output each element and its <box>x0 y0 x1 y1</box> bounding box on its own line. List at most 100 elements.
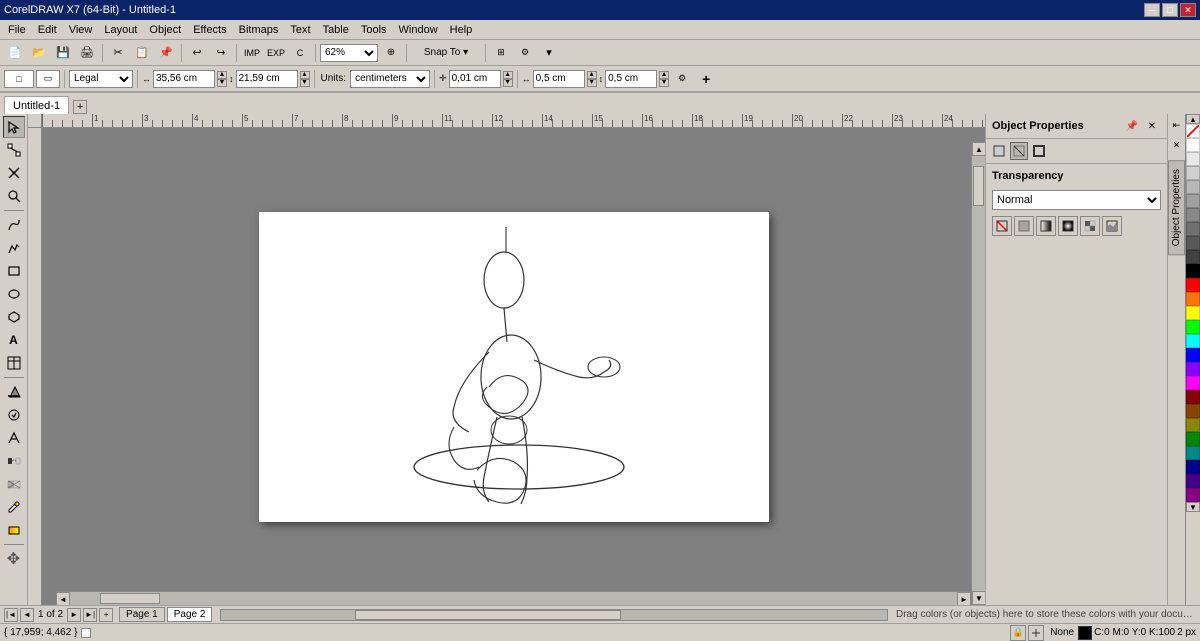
color-dark-yellow[interactable] <box>1186 418 1200 432</box>
palette-scroll-up[interactable]: ▲ <box>1186 114 1200 124</box>
side-close-btn[interactable]: ✕ <box>1168 136 1186 154</box>
width-down[interactable]: ▼ <box>217 79 227 87</box>
y-down[interactable]: ▼ <box>659 79 669 87</box>
paste-button[interactable]: 📌 <box>155 42 177 64</box>
crop-tool[interactable] <box>3 162 25 184</box>
table-tool[interactable] <box>3 352 25 374</box>
interactive-fill-tool[interactable] <box>3 519 25 541</box>
nav-prev-btn[interactable]: ◄ <box>20 608 34 622</box>
menu-view[interactable]: View <box>63 22 99 38</box>
page-style-select[interactable]: Legal <box>69 70 133 88</box>
nav-new-page-btn[interactable]: + <box>99 608 113 622</box>
fill-tool[interactable] <box>3 381 25 403</box>
height-down[interactable]: ▼ <box>300 79 310 87</box>
height-up[interactable]: ▲ <box>300 71 310 79</box>
menu-object[interactable]: Object <box>143 22 187 38</box>
color-dark-purple[interactable] <box>1186 474 1200 488</box>
corel-button[interactable]: C <box>289 42 311 64</box>
color-dark-blue[interactable] <box>1186 460 1200 474</box>
page2-tab[interactable]: Page 2 <box>167 607 213 622</box>
menu-file[interactable]: File <box>2 22 32 38</box>
menu-window[interactable]: Window <box>393 22 444 38</box>
more-button[interactable]: ▾ <box>538 42 560 64</box>
nav-first-btn[interactable]: |◄ <box>4 608 18 622</box>
zoom-select[interactable]: 62% <box>320 44 378 62</box>
side-float-btn[interactable]: ⇤ <box>1168 116 1186 134</box>
redo-button[interactable]: ↪ <box>210 42 232 64</box>
new-button[interactable]: 📄 <box>4 42 26 64</box>
vscroll-thumb[interactable] <box>973 166 984 206</box>
close-button[interactable]: ✕ <box>1180 3 1196 17</box>
page-size-btn[interactable]: □ <box>4 70 34 88</box>
color-50percent[interactable] <box>1186 208 1200 222</box>
open-button[interactable]: 📂 <box>28 42 50 64</box>
color-80percent[interactable] <box>1186 250 1200 264</box>
vscroll-down-btn[interactable]: ▼ <box>972 591 985 605</box>
text-tool[interactable]: A <box>3 329 25 351</box>
color-cyan[interactable] <box>1186 334 1200 348</box>
color-lime[interactable] <box>1186 320 1200 334</box>
trans-uniform-btn[interactable] <box>1014 216 1034 236</box>
menu-bitmaps[interactable]: Bitmaps <box>233 22 285 38</box>
nav-last-btn[interactable]: ►| <box>83 608 97 622</box>
color-red[interactable] <box>1186 278 1200 292</box>
page-indicator[interactable] <box>81 628 91 638</box>
y-up[interactable]: ▲ <box>659 71 669 79</box>
x-input[interactable] <box>533 70 585 88</box>
menu-table[interactable]: Table <box>317 22 355 38</box>
color-blue[interactable] <box>1186 348 1200 362</box>
color-purple[interactable] <box>1186 362 1200 376</box>
h-scrollbar-bottom[interactable] <box>220 609 888 621</box>
hscroll-right-btn[interactable]: ► <box>957 592 971 605</box>
trans-fountain-btn[interactable] <box>1036 216 1056 236</box>
color-dark-green[interactable] <box>1186 432 1200 446</box>
x-down[interactable]: ▼ <box>587 79 597 87</box>
width-up[interactable]: ▲ <box>217 71 227 79</box>
color-60percent[interactable] <box>1186 222 1200 236</box>
zoom-tool[interactable] <box>3 185 25 207</box>
page1-tab[interactable]: Page 1 <box>119 607 165 622</box>
menu-tools[interactable]: Tools <box>355 22 393 38</box>
color-dark-magenta[interactable] <box>1186 488 1200 502</box>
select-tool[interactable] <box>3 116 25 138</box>
vscroll-up-btn[interactable]: ▲ <box>972 142 985 156</box>
page-settings-btn[interactable]: ⚙ <box>671 68 693 90</box>
trans-none-btn[interactable] <box>992 216 1012 236</box>
save-button[interactable]: 💾 <box>52 42 74 64</box>
print-button[interactable]: 🖨 <box>76 42 98 64</box>
color-orange[interactable] <box>1186 292 1200 306</box>
side-tab-label[interactable]: Object Properties <box>1168 160 1185 255</box>
options-button[interactable]: ⚙ <box>514 42 536 64</box>
hscroll-thumb[interactable] <box>100 593 160 604</box>
rectangle-tool[interactable] <box>3 260 25 282</box>
h-scrollbar-thumb-bottom[interactable] <box>355 610 621 620</box>
freehand-tool[interactable] <box>3 214 25 236</box>
color-eyedropper-tool[interactable] <box>3 496 25 518</box>
menu-layout[interactable]: Layout <box>98 22 143 38</box>
import-button[interactable]: IMP <box>241 42 263 64</box>
color-20percent[interactable] <box>1186 166 1200 180</box>
panel-icon-transparency[interactable] <box>1010 142 1028 160</box>
panel-pin-btn[interactable]: 📌 <box>1123 117 1141 135</box>
panel-icon-outline[interactable] <box>1030 142 1048 160</box>
color-dark-cyan[interactable] <box>1186 446 1200 460</box>
nav-next-btn[interactable]: ► <box>67 608 81 622</box>
color-30percent[interactable] <box>1186 180 1200 194</box>
undo-button[interactable]: ↩ <box>186 42 208 64</box>
status-snap-btn[interactable] <box>1028 625 1044 641</box>
palette-scroll-down[interactable]: ▼ <box>1186 502 1200 512</box>
color-70percent[interactable] <box>1186 236 1200 250</box>
polygon-tool[interactable] <box>3 306 25 328</box>
color-white[interactable] <box>1186 138 1200 152</box>
color-dark-red[interactable] <box>1186 390 1200 404</box>
hscroll-left-btn[interactable]: ◄ <box>56 592 70 605</box>
status-lock-btn[interactable]: 🔒 <box>1010 625 1026 641</box>
color-none[interactable] <box>1186 124 1200 138</box>
snap-to-dropdown[interactable]: Snap To ▾ <box>411 42 481 64</box>
width-input[interactable] <box>153 70 215 88</box>
blend-tool[interactable] <box>3 450 25 472</box>
zoom-fit-button[interactable]: ⊕ <box>380 42 402 64</box>
minimize-button[interactable]: ─ <box>1144 3 1160 17</box>
menu-help[interactable]: Help <box>444 22 479 38</box>
trans-pattern-btn[interactable] <box>1080 216 1100 236</box>
